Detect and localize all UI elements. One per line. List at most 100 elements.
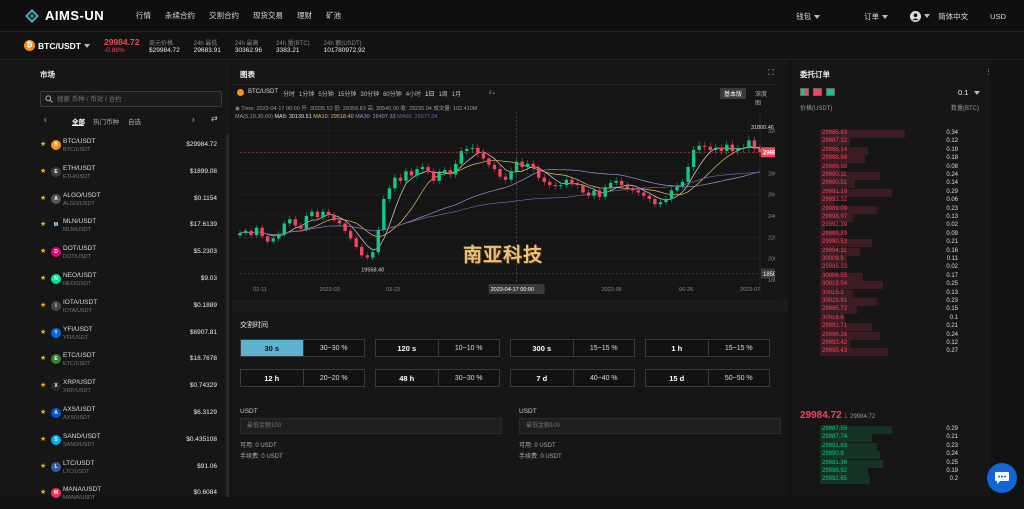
market-row[interactable]: ★ D DOT/USDT DOT/USDT $5.2303 -1.52% <box>40 241 260 268</box>
price-chart[interactable]: 32000.0030000.0028000.0026000.0024000.00… <box>232 84 775 300</box>
scrollbar[interactable] <box>226 134 229 497</box>
market-row[interactable]: ★ A ALGO/USDT ALGO/USDT $0.1154 +0.35% <box>40 188 260 215</box>
chevron-left-icon[interactable]: ‹ <box>44 115 47 124</box>
drag-handle-icon[interactable]: ⋮ <box>985 68 992 76</box>
market-row[interactable]: ★ E ETH/USDT ETH/USDT $1899.08 -1.48% <box>40 161 260 188</box>
bid-row[interactable]: 29987.74 0.21 <box>800 434 980 443</box>
star-icon[interactable]: ★ <box>40 220 46 228</box>
nav-item-market[interactable]: 行情 <box>136 10 151 21</box>
market-row[interactable]: ★ M MANA/USDT MANA/USDT $0.6084 -0.12% <box>40 482 260 509</box>
nav-item-finance[interactable]: 理财 <box>297 10 312 21</box>
delivery-option[interactable]: 30 s 30~30 % <box>240 339 365 357</box>
tab-hot[interactable]: 热门币种 <box>93 116 119 126</box>
market-row[interactable]: ★ M MLN/USDT MLN/USDT $17.6139 -1.65% <box>40 214 260 241</box>
delivery-option[interactable]: 15 d 50~50 % <box>645 369 770 387</box>
book-mode-bids-icon[interactable] <box>826 88 835 96</box>
market-search-input[interactable] <box>40 91 222 107</box>
brand-logo[interactable]: AIMS-UN <box>24 8 124 24</box>
chevron-right-icon[interactable]: › <box>192 115 195 124</box>
ask-row[interactable]: 30006.55 0.17 <box>800 272 980 281</box>
ask-row[interactable]: 29990.11 0.24 <box>800 172 980 180</box>
ask-row[interactable]: 29989.89 0.08 <box>800 163 980 172</box>
market-row[interactable]: ★ I IOTA/USDT IOTA/USDT $0.1889 +0.27% <box>40 295 260 322</box>
market-row[interactable]: ★ X XRP/USDT XRP/USDT $0.74329 +0.24% <box>40 375 260 402</box>
star-icon[interactable]: ★ <box>40 301 46 309</box>
wallet-menu[interactable]: 钱包 <box>774 11 821 22</box>
market-row[interactable]: ★ Y YFI/USDT YFI/USDT $6907.81 -1.15% <box>40 322 260 349</box>
left-amount-input[interactable] <box>240 418 502 434</box>
ask-row[interactable]: 29998.26 0.24 <box>800 331 980 340</box>
ask-row[interactable]: 29994.11 0.16 <box>800 247 980 256</box>
ask-row[interactable]: 29990.53 0.21 <box>800 239 980 248</box>
star-icon[interactable]: ★ <box>40 462 46 470</box>
ask-row[interactable]: 29992.39 0.02 <box>800 222 980 231</box>
market-row[interactable]: ★ L LTC/USDT LTC/USDT $91.06 -2.84% <box>40 456 260 483</box>
ask-row[interactable]: 29987.32 0.12 <box>800 138 980 147</box>
ask-row[interactable]: 30019.54 0.25 <box>800 281 980 290</box>
delivery-option[interactable]: 120 s 10~10 % <box>375 339 500 357</box>
chat-button[interactable] <box>987 463 1017 493</box>
star-icon[interactable]: ★ <box>40 488 46 496</box>
ask-row[interactable]: 29995.72 0.15 <box>800 306 980 315</box>
ask-row[interactable]: 29993.42 0.12 <box>800 340 980 348</box>
bid-row[interactable]: 29990.9 0.24 <box>800 451 980 460</box>
nav-item-spot[interactable]: 现货交易 <box>253 10 283 21</box>
bid-row[interactable]: 29981.36 0.25 <box>800 459 980 468</box>
ask-row[interactable]: 29985.83 0.34 <box>800 130 980 138</box>
bid-row[interactable]: 29998.92 0.19 <box>800 468 980 476</box>
delivery-option[interactable]: 300 s 15~15 % <box>510 339 635 357</box>
right-amount-input[interactable] <box>519 418 781 434</box>
star-icon[interactable]: ★ <box>40 435 46 443</box>
ask-row[interactable]: 29991.19 0.29 <box>800 188 980 197</box>
ask-row[interactable]: 29993.32 0.06 <box>800 197 980 206</box>
ask-row[interactable]: 29998.97 0.13 <box>800 214 980 222</box>
star-icon[interactable]: ★ <box>40 194 46 202</box>
delivery-option[interactable]: 48 h 30~30 % <box>375 369 500 387</box>
delivery-option[interactable]: 1 h 15~15 % <box>645 339 770 357</box>
market-row[interactable]: ★ S SAND/USDT SAND/USDT $0.435108 +0.13% <box>40 429 260 456</box>
account-menu[interactable] <box>910 10 931 22</box>
bid-row[interactable]: 29991.83 0.23 <box>800 442 980 451</box>
fullscreen-icon[interactable]: ⛶ <box>768 68 774 78</box>
ask-row[interactable]: 29990.51 0.14 <box>800 180 980 189</box>
market-row[interactable]: ★ B BTC/USDT BTC/USDT $29984.72 -0.88% <box>40 134 260 161</box>
delivery-option[interactable]: 7 d 40~40 % <box>510 369 635 387</box>
ask-row[interactable]: 29989.09 0.23 <box>800 205 980 214</box>
ask-row[interactable]: 29992.71 0.21 <box>800 323 980 332</box>
star-icon[interactable]: ★ <box>40 408 46 416</box>
swap-icon[interactable]: ⇄ <box>211 114 218 123</box>
ask-row[interactable]: 29988.98 0.18 <box>800 155 980 164</box>
book-mode-asks-icon[interactable] <box>813 88 822 96</box>
star-icon[interactable]: ★ <box>40 328 46 336</box>
market-row[interactable]: ★ N NEO/USDT NEO/USDT $9.03 -1.2% <box>40 268 260 295</box>
bid-row[interactable]: 29987.59 0.29 <box>800 426 980 434</box>
star-icon[interactable]: ★ <box>40 274 46 282</box>
nav-item-perpetual[interactable]: 永续合约 <box>165 10 195 21</box>
star-icon[interactable]: ★ <box>40 247 46 255</box>
ask-row[interactable]: 30009.9 0.11 <box>800 256 980 264</box>
delivery-option[interactable]: 12 h 20~20 % <box>240 369 365 387</box>
language-menu[interactable]: 简体中文 <box>938 11 968 22</box>
star-icon[interactable]: ★ <box>40 167 46 175</box>
star-icon[interactable]: ★ <box>40 140 46 148</box>
nav-item-delivery[interactable]: 交割合约 <box>209 10 239 21</box>
ask-row[interactable]: 29988.14 0.19 <box>800 146 980 155</box>
tab-favorites[interactable]: 自选 <box>128 116 141 126</box>
precision-select[interactable]: 0.1 <box>958 88 980 97</box>
book-mode-both-icon[interactable] <box>800 88 809 96</box>
ask-row[interactable]: 30015.2 0.13 <box>800 289 980 298</box>
ask-row[interactable]: 29988.33 0.02 <box>800 264 980 273</box>
bid-row[interactable]: 29992.65 0.2 <box>800 476 980 485</box>
nav-item-pool[interactable]: 矿池 <box>326 10 341 21</box>
market-row[interactable]: ★ A AXS/USDT AXS/USDT $6.3129 +1.07% <box>40 402 260 429</box>
orders-menu[interactable]: 订单 <box>842 11 889 22</box>
pair-selector[interactable]: ₿ BTC/USDT <box>24 40 104 51</box>
star-icon[interactable]: ★ <box>40 381 46 389</box>
currency-menu[interactable]: USD <box>990 12 1006 21</box>
ask-row[interactable]: 29989.39 0.09 <box>800 230 980 239</box>
star-icon[interactable]: ★ <box>40 354 46 362</box>
ask-row[interactable]: 30016.8 0.1 <box>800 314 980 323</box>
ask-row[interactable]: 30028.91 0.23 <box>800 298 980 306</box>
ask-row[interactable]: 29995.43 0.27 <box>800 348 980 357</box>
market-row[interactable]: ★ E ETC/USDT ETC/USDT $18.7678 -0.57% <box>40 348 260 375</box>
